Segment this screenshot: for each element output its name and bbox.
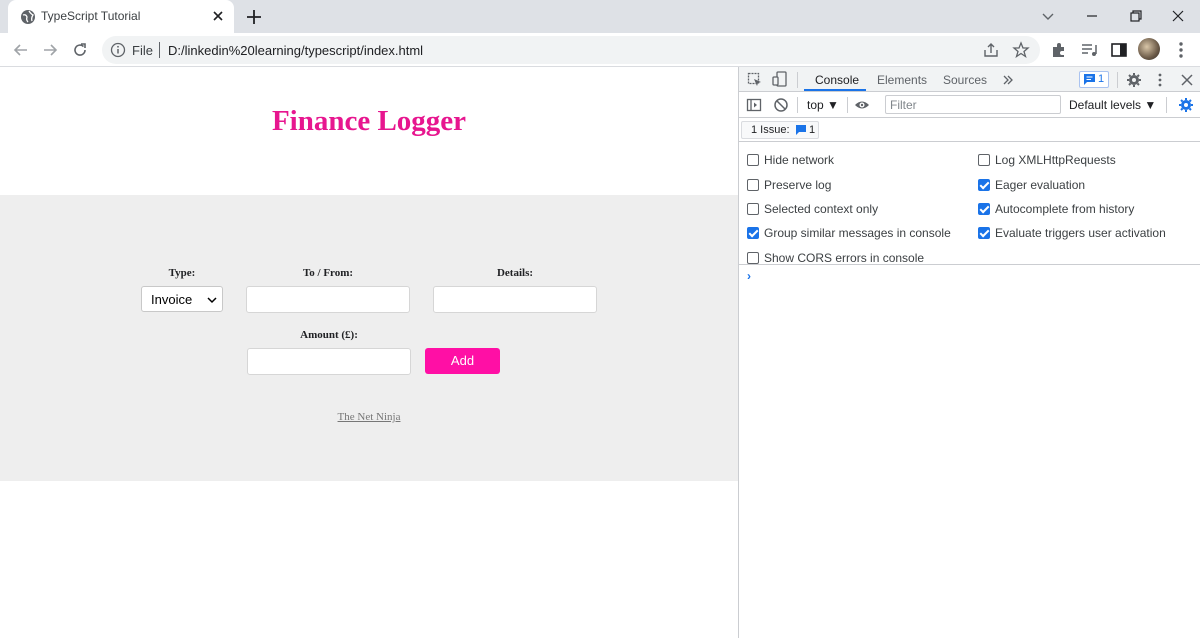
new-tab-icon[interactable] xyxy=(244,7,264,27)
details-input[interactable] xyxy=(433,286,597,313)
divider xyxy=(1117,72,1118,88)
restore-icon[interactable] xyxy=(1126,6,1146,26)
tab-search-icon[interactable] xyxy=(1038,6,1058,26)
globe-icon xyxy=(21,10,35,24)
back-arrow-icon[interactable] xyxy=(10,39,32,61)
context-value: top xyxy=(807,98,824,112)
filter-input[interactable]: Filter xyxy=(885,95,1061,114)
url-text[interactable]: D:/linkedin%20learning/typescript/index.… xyxy=(168,43,423,58)
address-bar[interactable]: File D:/linkedin%20learning/typescript/i… xyxy=(102,36,1040,64)
tab-title: TypeScript Tutorial xyxy=(41,9,141,23)
setting-label: Selected context only xyxy=(764,202,879,216)
type-select[interactable]: Invoice xyxy=(141,286,223,312)
close-icon[interactable] xyxy=(210,8,226,24)
details-label: Details: xyxy=(496,267,534,279)
type-label: Type: xyxy=(168,267,196,279)
share-icon[interactable] xyxy=(982,41,1000,59)
profile-avatar[interactable] xyxy=(1138,38,1160,60)
devtools-tabbar: Console Elements Sources 1 xyxy=(739,67,1200,92)
gear-icon[interactable] xyxy=(1126,72,1142,88)
setting-label: Eager evaluation xyxy=(995,178,1086,192)
browser-toolbar: File D:/linkedin%20learning/typescript/i… xyxy=(0,33,1200,67)
issues-label: 1 Issue: xyxy=(751,124,790,136)
setting-label: Autocomplete from history xyxy=(995,202,1135,216)
divider xyxy=(797,72,798,88)
context-selector[interactable]: top ▼ xyxy=(807,98,839,112)
info-icon[interactable] xyxy=(110,42,126,58)
tab-sources[interactable]: Sources xyxy=(943,73,987,87)
footer-link[interactable]: The Net Ninja xyxy=(0,411,738,423)
setting-label: Log XMLHttpRequests xyxy=(995,153,1116,167)
eye-icon[interactable] xyxy=(854,97,870,113)
type-select-value: Invoice xyxy=(151,292,193,307)
setting-label: Preserve log xyxy=(764,178,832,192)
close-devtools-icon[interactable] xyxy=(1179,72,1195,88)
messages-count: 1 xyxy=(1098,73,1105,85)
chevron-down-icon xyxy=(207,297,217,304)
caret-down-icon: ▼ xyxy=(1144,98,1157,112)
checkbox-checked[interactable] xyxy=(978,227,990,239)
amount-label: Amount (£): xyxy=(300,329,358,341)
window-close-icon[interactable] xyxy=(1168,6,1188,26)
caret-down-icon: ▼ xyxy=(827,98,839,112)
tofrom-input[interactable] xyxy=(246,286,410,313)
more-tabs-chevron-icon[interactable] xyxy=(1000,72,1016,88)
media-queue-icon[interactable] xyxy=(1078,39,1100,61)
tab-strip: TypeScript Tutorial xyxy=(0,0,1200,33)
tab-console[interactable]: Console xyxy=(815,73,859,87)
checkbox[interactable] xyxy=(747,252,759,264)
console-settings-gear-icon[interactable] xyxy=(1178,97,1194,113)
side-panel-icon[interactable] xyxy=(1108,39,1130,61)
sidebar-toggle-icon[interactable] xyxy=(746,97,762,113)
reload-icon[interactable] xyxy=(69,39,91,61)
issues-bar: 1 Issue: 1 xyxy=(739,118,1200,142)
setting-label: Group similar messages in console xyxy=(764,226,951,240)
divider xyxy=(159,42,160,58)
browser-tab[interactable]: TypeScript Tutorial xyxy=(8,0,234,33)
filter-placeholder: Filter xyxy=(890,98,917,112)
tab-elements[interactable]: Elements xyxy=(877,73,927,87)
console-prompt[interactable]: › xyxy=(747,269,751,283)
issues-button[interactable]: 1 Issue: 1 xyxy=(741,121,819,139)
log-levels-dropdown[interactable]: Default levels ▼ xyxy=(1069,98,1156,112)
checkbox-checked[interactable] xyxy=(978,179,990,191)
setting-label: Show CORS errors in console xyxy=(764,251,925,265)
issues-count: 1 xyxy=(809,124,816,136)
divider xyxy=(1166,97,1167,113)
setting-label: Hide network xyxy=(764,153,835,167)
console-toolbar: top ▼ Filter Default levels ▼ xyxy=(739,92,1200,118)
tofrom-label: To / From: xyxy=(302,267,354,279)
divider xyxy=(797,97,798,113)
checkbox-checked[interactable] xyxy=(747,227,759,239)
devtools-panel: Console Elements Sources 1 top ▼ Filter … xyxy=(738,67,1200,638)
page-viewport: Finance Logger Type: Invoice To / From: … xyxy=(0,67,738,638)
extensions-puzzle-icon[interactable] xyxy=(1048,39,1070,61)
console-settings: Hide network Preserve log Selected conte… xyxy=(739,142,1200,265)
divider xyxy=(847,97,848,113)
bookmark-star-icon[interactable] xyxy=(1012,41,1030,59)
amount-input[interactable] xyxy=(247,348,411,375)
inspect-element-icon[interactable] xyxy=(747,72,763,88)
messages-badge[interactable]: 1 xyxy=(1079,71,1109,88)
page-title: Finance Logger xyxy=(271,105,467,137)
active-tab-indicator xyxy=(804,89,866,91)
more-menu-icon[interactable] xyxy=(1170,39,1192,61)
finance-form: Type: Invoice To / From: Details: Amount… xyxy=(0,195,738,481)
checkbox-checked[interactable] xyxy=(978,203,990,215)
issue-message-icon xyxy=(796,125,806,135)
log-levels-value: Default levels xyxy=(1069,98,1142,112)
checkbox[interactable] xyxy=(747,179,759,191)
setting-label: Evaluate triggers user activation xyxy=(995,226,1166,240)
add-button[interactable]: Add xyxy=(425,348,500,374)
checkbox[interactable] xyxy=(747,154,759,166)
minimize-icon[interactable] xyxy=(1082,6,1102,26)
forward-arrow-icon[interactable] xyxy=(39,39,61,61)
message-icon xyxy=(1084,74,1095,85)
clear-console-icon[interactable] xyxy=(773,97,789,113)
checkbox[interactable] xyxy=(978,154,990,166)
kebab-menu-icon[interactable] xyxy=(1152,72,1168,88)
device-toolbar-icon[interactable] xyxy=(772,71,788,87)
scheme-label: File xyxy=(132,43,153,58)
checkbox[interactable] xyxy=(747,203,759,215)
